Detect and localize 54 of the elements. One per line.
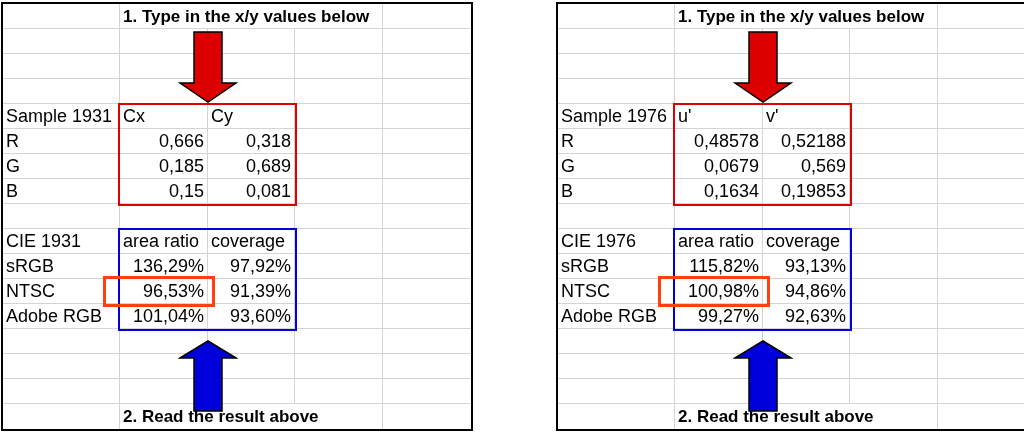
table-cell: CIE 1976 [558,229,675,254]
table-cell: Adobe RGB [558,304,675,329]
table-cell: 94,86% [763,279,850,304]
table-cell: Sample 1976 [558,104,675,129]
table-cell: v' [763,104,850,129]
table-cell: Adobe RGB [3,304,120,329]
table-cell: 0,15 [120,179,208,204]
table-cell: G [558,154,675,179]
table-cell: CIE 1931 [3,229,120,254]
table-cell: R [3,129,120,154]
table-cell: 0,569 [763,154,850,179]
table-cell: 0,48578 [675,129,763,154]
table-cell: area ratio [120,229,208,254]
table-cell: 93,60% [208,304,295,329]
table-cell: 136,29% [120,254,208,279]
table-cell: sRGB [558,254,675,279]
table-cell: 0,689 [208,154,295,179]
table-cell: NTSC [558,279,675,304]
table-cell: 0,1634 [675,179,763,204]
table-cell: coverage [763,229,850,254]
table-cell: 96,53% [120,279,208,304]
table-cell: 97,92% [208,254,295,279]
table-cell: 99,27% [675,304,763,329]
table-cell: 0,185 [120,154,208,179]
table-cell: NTSC [3,279,120,304]
table-cell: Cx [120,104,208,129]
table-cell: 0,0679 [675,154,763,179]
table-cell: Cy [208,104,295,129]
table-cell: R [558,129,675,154]
up-arrow-icon [733,340,793,412]
table-cell: 0,19853 [763,179,850,204]
table-cell: 100,98% [675,279,763,304]
table-cell: 0,081 [208,179,295,204]
table-cell: 0,52188 [763,129,850,154]
down-arrow-icon [733,31,793,103]
table-cell: 0,318 [208,129,295,154]
down-arrow-icon [178,31,238,103]
table-cell: 115,82% [675,254,763,279]
table-cell: 93,13% [763,254,850,279]
table-cell: Sample 1931 [3,104,120,129]
table-cell: area ratio [675,229,763,254]
table-cell: G [3,154,120,179]
table-cell: 92,63% [763,304,850,329]
table-cell: coverage [208,229,295,254]
table-cell: u' [675,104,763,129]
table-cell: 101,04% [120,304,208,329]
table-cell: 0,666 [120,129,208,154]
instruction-text: 1. Type in the x/y values below [120,4,383,29]
table-cell: sRGB [3,254,120,279]
table-cell: 91,39% [208,279,295,304]
instruction-text: 1. Type in the x/y values below [675,4,938,29]
table-cell: B [558,179,675,204]
table-cell: B [3,179,120,204]
up-arrow-icon [178,340,238,412]
